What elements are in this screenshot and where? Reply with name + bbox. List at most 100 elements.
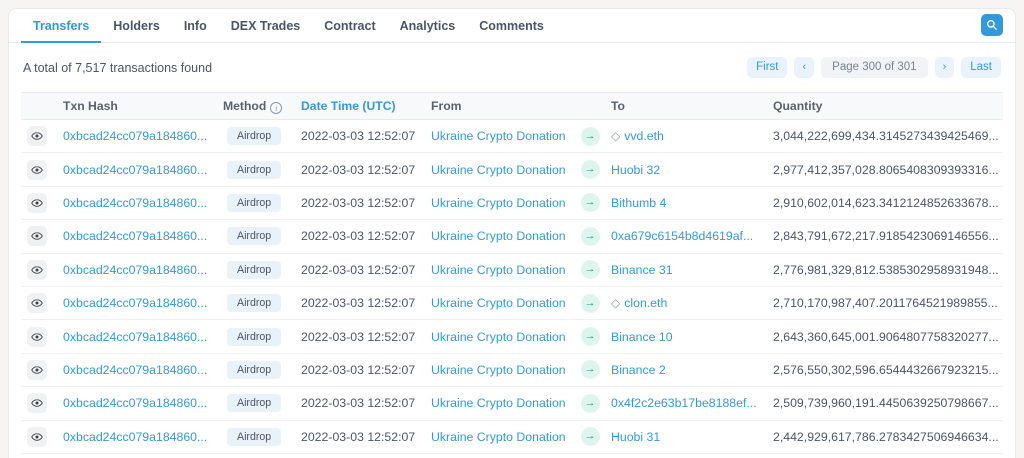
method-badge: Airdrop (227, 261, 281, 279)
view-transfer-details-button[interactable] (27, 327, 47, 347)
search-button[interactable] (981, 14, 1003, 36)
to-address-link[interactable]: Binance 2 (611, 363, 666, 377)
transfer-arrow-icon: → (581, 294, 600, 313)
txn-hash-link[interactable]: 0xbcad24cc079a184860... (63, 363, 207, 377)
from-address-link[interactable]: Ukraine Crypto Donation (431, 229, 566, 243)
to-address-link[interactable]: 0x4f2c2e63b17be8188ef... (611, 396, 757, 410)
transfers-table: Txn Hash Methodi Date Time (UTC) From To… (21, 92, 1003, 458)
header-quantity: Quantity (767, 99, 1003, 113)
table-row: 0xbcad24cc079a184860... Airdrop 2022-03-… (21, 320, 1003, 353)
txn-hash-link[interactable]: 0xbcad24cc079a184860... (63, 129, 207, 143)
date-time-sort-link[interactable]: Date Time (UTC) (301, 99, 396, 113)
view-transfer-details-button[interactable] (27, 427, 47, 447)
date-time-value: 2022-03-03 12:52:07 (301, 129, 415, 143)
quantity-value: 2,910,602,014,623.3412124852633678... (773, 196, 999, 210)
tab-bar: Transfers Holders Info DEX Trades Contra… (9, 9, 1015, 43)
from-address-link[interactable]: Ukraine Crypto Donation (431, 196, 566, 210)
view-transfer-details-button[interactable] (27, 260, 47, 280)
date-time-value: 2022-03-03 12:52:07 (301, 363, 415, 377)
to-address-link[interactable]: clon.eth (624, 296, 667, 310)
txn-hash-link[interactable]: 0xbcad24cc079a184860... (63, 296, 207, 310)
tab-holders[interactable]: Holders (101, 9, 172, 43)
header-txn-hash: Txn Hash (57, 99, 217, 113)
pagination-last-button[interactable]: Last (961, 57, 1001, 78)
date-time-value: 2022-03-03 12:52:07 (301, 196, 415, 210)
info-icon[interactable]: i (270, 102, 282, 114)
from-address-link[interactable]: Ukraine Crypto Donation (431, 129, 566, 143)
table-row: 0xbcad24cc079a184860... Airdrop 2022-03-… (21, 187, 1003, 220)
transactions-count-text: A total of 7,517 transactions found (23, 61, 212, 75)
table-row: 0xbcad24cc079a184860... Airdrop 2022-03-… (21, 387, 1003, 420)
from-address-link[interactable]: Ukraine Crypto Donation (431, 163, 566, 177)
header-method: Methodi (217, 99, 293, 114)
transfers-card: Transfers Holders Info DEX Trades Contra… (8, 8, 1016, 458)
transfer-arrow-icon: → (581, 127, 600, 146)
eye-icon (31, 397, 43, 409)
eye-icon (31, 197, 43, 209)
table-row: 0xbcad24cc079a184860... Airdrop 2022-03-… (21, 454, 1003, 458)
pagination-prev-button[interactable]: ‹ (794, 57, 814, 78)
from-address-link[interactable]: Ukraine Crypto Donation (431, 263, 566, 277)
method-badge: Airdrop (227, 328, 281, 346)
tab-transfers[interactable]: Transfers (21, 9, 101, 43)
transfer-arrow-icon: → (581, 260, 600, 279)
pagination-current-page: Page 300 of 301 (821, 57, 927, 78)
txn-hash-link[interactable]: 0xbcad24cc079a184860... (63, 163, 207, 177)
from-address-link[interactable]: Ukraine Crypto Donation (431, 396, 566, 410)
from-address-link[interactable]: Ukraine Crypto Donation (431, 430, 566, 444)
to-address-link[interactable]: vvd.eth (624, 129, 664, 143)
summary-bar: A total of 7,517 transactions found Firs… (9, 43, 1015, 90)
date-time-value: 2022-03-03 12:52:07 (301, 396, 415, 410)
method-badge: Airdrop (227, 194, 281, 212)
date-time-value: 2022-03-03 12:52:07 (301, 330, 415, 344)
txn-hash-link[interactable]: 0xbcad24cc079a184860... (63, 196, 207, 210)
transfer-arrow-icon: → (581, 227, 600, 246)
to-address-link[interactable]: Binance 31 (611, 263, 673, 277)
tab-analytics[interactable]: Analytics (388, 9, 468, 43)
tab-contract[interactable]: Contract (312, 9, 387, 43)
tab-comments[interactable]: Comments (467, 9, 556, 43)
txn-hash-link[interactable]: 0xbcad24cc079a184860... (63, 396, 207, 410)
to-address-link[interactable]: 0xa679c6154b8d4619af... (611, 229, 753, 243)
chevron-left-icon: ‹ (802, 61, 806, 73)
view-transfer-details-button[interactable] (27, 226, 47, 246)
view-transfer-details-button[interactable] (27, 393, 47, 413)
view-transfer-details-button[interactable] (27, 293, 47, 313)
pagination-next-button[interactable]: › (935, 57, 955, 78)
quantity-value: 2,776,981,329,812.5385302958931948... (773, 263, 999, 277)
transfer-arrow-icon: → (581, 327, 600, 346)
table-header-row: Txn Hash Methodi Date Time (UTC) From To… (21, 92, 1003, 120)
method-badge: Airdrop (227, 294, 281, 312)
txn-hash-link[interactable]: 0xbcad24cc079a184860... (63, 330, 207, 344)
to-address-link[interactable]: Bithumb 4 (611, 196, 666, 210)
tab-info[interactable]: Info (172, 9, 219, 43)
to-address-link[interactable]: Huobi 31 (611, 430, 660, 444)
quantity-value: 2,509,739,960,191.4450639250798667... (773, 396, 999, 410)
method-badge: Airdrop (227, 127, 281, 145)
tab-dex-trades[interactable]: DEX Trades (219, 9, 312, 43)
transfer-arrow-icon: → (581, 427, 600, 446)
to-address-link[interactable]: Huobi 32 (611, 163, 660, 177)
transfer-arrow-icon: → (581, 360, 600, 379)
from-address-link[interactable]: Ukraine Crypto Donation (431, 330, 566, 344)
from-address-link[interactable]: Ukraine Crypto Donation (431, 296, 566, 310)
view-transfer-details-button[interactable] (27, 126, 47, 146)
txn-hash-link[interactable]: 0xbcad24cc079a184860... (63, 229, 207, 243)
transfer-arrow-icon: → (581, 160, 600, 179)
table-body: 0xbcad24cc079a184860... Airdrop 2022-03-… (21, 120, 1003, 458)
quantity-value: 2,843,791,672,217.9185423069146556... (773, 229, 999, 243)
from-address-link[interactable]: Ukraine Crypto Donation (431, 363, 566, 377)
method-badge: Airdrop (227, 428, 281, 446)
eye-icon (31, 230, 43, 242)
to-address-link[interactable]: Binance 10 (611, 330, 673, 344)
view-transfer-details-button[interactable] (27, 193, 47, 213)
date-time-value: 2022-03-03 12:52:07 (301, 163, 415, 177)
table-row: 0xbcad24cc079a184860... Airdrop 2022-03-… (21, 421, 1003, 454)
txn-hash-link[interactable]: 0xbcad24cc079a184860... (63, 263, 207, 277)
pagination-first-button[interactable]: First (747, 57, 787, 78)
search-icon (986, 19, 998, 31)
txn-hash-link[interactable]: 0xbcad24cc079a184860... (63, 430, 207, 444)
view-transfer-details-button[interactable] (27, 360, 47, 380)
date-time-value: 2022-03-03 12:52:07 (301, 263, 415, 277)
view-transfer-details-button[interactable] (27, 160, 47, 180)
